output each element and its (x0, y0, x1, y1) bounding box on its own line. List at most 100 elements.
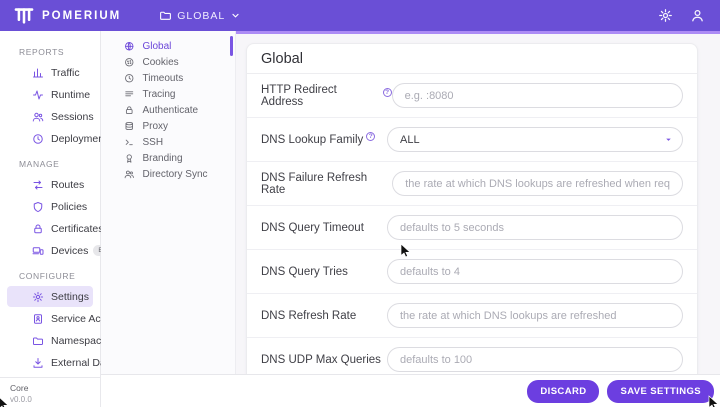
form-row-dns-refresh-rate: DNS Refresh Rate (247, 294, 697, 338)
http-redirect-address-input[interactable] (391, 83, 683, 108)
route-icon (32, 179, 44, 191)
brand-name: POMERIUM (42, 9, 122, 22)
context-selector[interactable]: GLOBAL (159, 9, 241, 22)
help-icon[interactable]: ? (382, 88, 392, 97)
terminal-icon (124, 137, 135, 148)
sidebar-item-settings[interactable]: Settings (7, 286, 93, 307)
sidebar-item-devices[interactable]: DevicesBETA (7, 240, 122, 261)
cookie-icon (124, 57, 135, 68)
bar-chart-icon (32, 67, 44, 79)
sidebar-footer: Core v0.0.0 (0, 377, 100, 407)
people-icon (32, 111, 44, 123)
context-label: GLOBAL (177, 9, 226, 22)
help-icon[interactable]: ? (366, 132, 376, 141)
subnav-item-tracing[interactable]: Tracing (101, 86, 235, 102)
active-tab-indicator (230, 36, 233, 56)
people-icon (124, 169, 135, 180)
sidebar-item-label: Sessions (51, 110, 94, 123)
product-name: Core (10, 383, 29, 393)
field-control (391, 83, 683, 108)
dns-refresh-rate-input[interactable] (387, 303, 683, 328)
sidebar-item-deployments[interactable]: Deployments (7, 128, 112, 149)
main-content: Global HTTP Redirect Address?DNS Lookup … (236, 31, 720, 374)
subnav-item-label: Tracing (142, 88, 176, 100)
dns-failure-refresh-rate-input[interactable] (392, 171, 683, 196)
subnav-item-label: Global (142, 40, 172, 52)
subnav-item-label: Authenticate (142, 104, 199, 116)
sidebar-item-sessions[interactable]: Sessions (7, 106, 94, 127)
field-label: DNS Query Tries (261, 265, 348, 278)
list-icon (124, 89, 135, 100)
form-row-http-redirect-address: HTTP Redirect Address? (247, 74, 697, 118)
subnav-item-label: SSH (142, 136, 164, 148)
subnav-item-label: Cookies (142, 56, 179, 68)
account-person-icon[interactable] (690, 8, 705, 23)
sidebar-item-label: Certificates (51, 222, 104, 235)
form-row-dns-failure-refresh-rate: DNS Failure Refresh Rate (247, 162, 697, 206)
discard-button[interactable]: DISCARD (527, 379, 600, 403)
settings-gear-icon[interactable] (658, 8, 673, 23)
sidebar-item-label: Routes (51, 178, 85, 191)
download-icon (32, 357, 44, 369)
form-row-dns-query-tries: DNS Query Tries (247, 250, 697, 294)
sidebar-item-external-data[interactable]: External Data (7, 352, 115, 373)
subnav-item-ssh[interactable]: SSH (101, 134, 235, 150)
select-value: ALL (400, 133, 420, 146)
subnav-item-timeouts[interactable]: Timeouts (101, 70, 235, 86)
devices-icon (32, 245, 44, 257)
app-window: POMERIUM GLOBAL REPORTS Traffic Runtime … (0, 0, 720, 407)
dns-lookup-family-select[interactable]: ALL (387, 127, 683, 152)
chevron-down-icon (230, 10, 241, 21)
subnav-item-directory-sync[interactable]: Directory Sync (101, 166, 235, 182)
form-row-dns-query-timeout: DNS Query Timeout (247, 206, 697, 250)
subnav-item-authenticate[interactable]: Authenticate (101, 102, 235, 118)
pomerium-logo-icon (13, 7, 35, 24)
app-body: REPORTS Traffic Runtime Sessions Deployments… (0, 31, 720, 407)
caret-down-icon (663, 134, 674, 145)
lock-icon (124, 105, 135, 116)
section-header-manage: MANAGE (19, 159, 60, 169)
sidebar-item-label: Runtime (51, 88, 91, 101)
topbar-actions (658, 8, 707, 23)
sidebar-item-label: Settings (51, 290, 89, 303)
field-label: HTTP Redirect Address (261, 83, 337, 108)
policy-icon (32, 201, 44, 213)
primary-sidebar: REPORTS Traffic Runtime Sessions Deployments… (0, 31, 132, 407)
save-settings-button[interactable]: SAVE SETTINGS (607, 379, 714, 403)
award-icon (124, 153, 135, 164)
server-icon (124, 121, 135, 132)
field-label: DNS Lookup Family (261, 133, 364, 146)
sidebar-item-runtime[interactable]: Runtime (7, 84, 93, 105)
sidebar-item-traffic[interactable]: Traffic (7, 62, 93, 83)
sidebar-item-label: Traffic (51, 66, 80, 79)
settings-card: Global HTTP Redirect Address?DNS Lookup … (246, 43, 698, 374)
sidebar-item-namespaces[interactable]: Namespaces (7, 330, 112, 351)
certificate-icon (32, 223, 44, 235)
form-row-dns-lookup-family: DNS Lookup Family? ALL (247, 118, 697, 162)
accent-strip (236, 31, 720, 34)
subnav-item-proxy[interactable]: Proxy (101, 118, 235, 134)
page-title: Global (247, 44, 697, 74)
product-version: v0.0.0 (10, 395, 32, 404)
sidebar-item-service-accounts[interactable]: Service Accounts (7, 308, 132, 329)
section-header-configure: CONFIGURE (19, 271, 76, 281)
form-row-dns-udp-max-queries: DNS UDP Max Queries (247, 338, 697, 374)
folder-icon (159, 9, 172, 22)
subnav-item-label: Directory Sync (142, 168, 208, 180)
subnav-item-cookies[interactable]: Cookies (101, 54, 235, 70)
dns-udp-max-queries-input[interactable] (387, 347, 683, 372)
dns-query-timeout-input[interactable] (387, 215, 683, 240)
sidebar-item-label: Policies (51, 200, 88, 213)
sidebar-item-policies[interactable]: Policies (7, 196, 93, 217)
subnav-item-branding[interactable]: Branding (101, 150, 235, 166)
field-control: ALL (387, 127, 683, 152)
dns-query-tries-input[interactable] (387, 259, 683, 284)
sidebar-item-certificates[interactable]: Certificates (7, 218, 104, 239)
field-label: DNS Query Timeout (261, 221, 364, 234)
sidebar-item-label: Devices (51, 244, 89, 257)
subnav-item-global[interactable]: Global (101, 36, 235, 56)
field-control (387, 215, 683, 240)
field-control (387, 303, 683, 328)
sidebar-item-routes[interactable]: Routes (7, 174, 93, 195)
history-icon (32, 133, 44, 145)
